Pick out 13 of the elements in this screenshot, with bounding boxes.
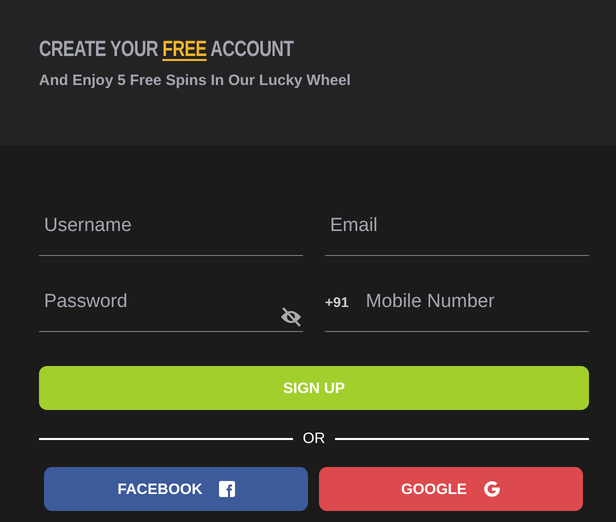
input-field[interactable]: Password bbox=[39, 291, 279, 313]
or-divider-label: OR bbox=[302, 430, 326, 447]
google-icon bbox=[482, 480, 501, 498]
hidden-eye-icon[interactable] bbox=[279, 305, 303, 329]
input-field[interactable]: Email bbox=[325, 215, 589, 237]
facebook-icon bbox=[218, 481, 234, 497]
facebook-button[interactable]: FACEBOOK bbox=[44, 467, 308, 511]
google-button[interactable]: GOOGLE bbox=[319, 467, 583, 511]
input-field[interactable]: Mobile Number bbox=[360, 291, 589, 313]
subtitle: And Enjoy 5 Free Spins In Our Lucky Wheel bbox=[39, 72, 352, 89]
page-title: CREATE YOUR FREE ACCOUNT bbox=[39, 36, 294, 62]
country-code[interactable]: +91 bbox=[325, 294, 349, 310]
input-field[interactable]: Username bbox=[39, 215, 303, 237]
